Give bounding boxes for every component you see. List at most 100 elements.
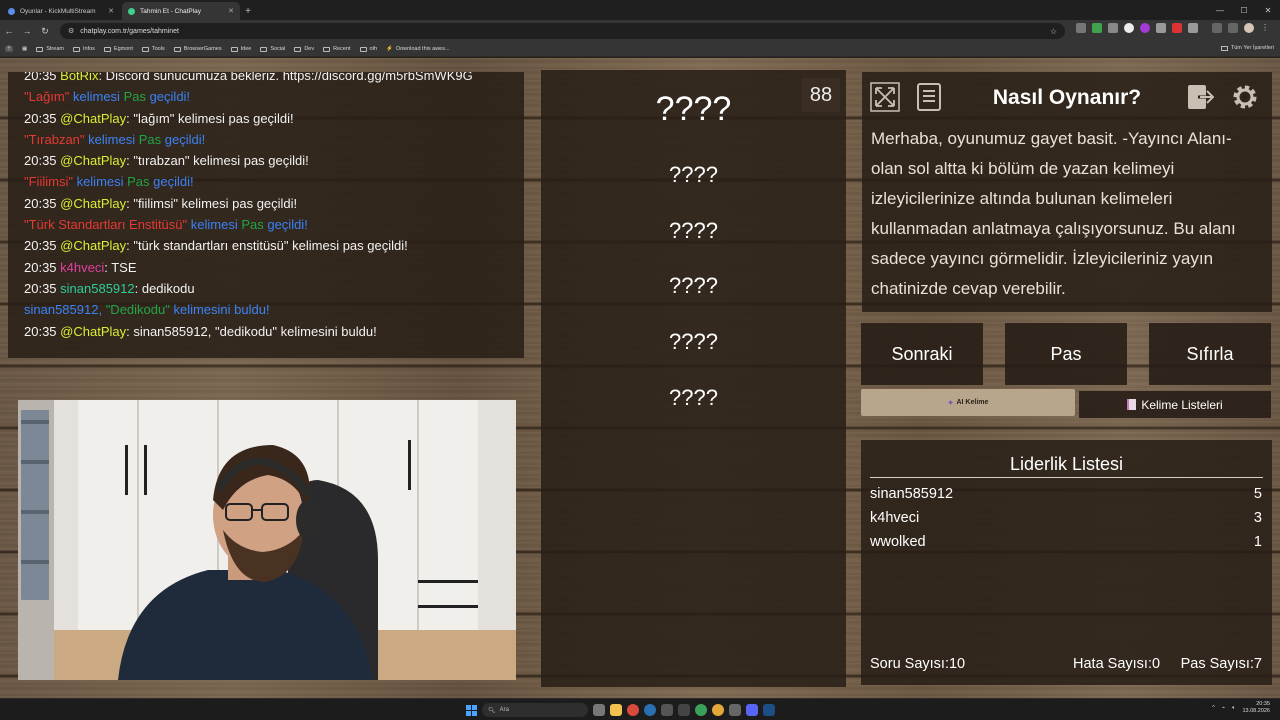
back-icon[interactable]: ←: [0, 22, 18, 40]
steam-icon[interactable]: [763, 704, 775, 716]
chat-message-segment: BotRix: [60, 72, 99, 83]
bookmark-label: Social: [270, 46, 286, 52]
chat-message-segment: @ChatPlay: [60, 153, 127, 169]
bookmark-folder-dev[interactable]: Dev: [294, 46, 314, 52]
extension-icon[interactable]: [1156, 23, 1166, 33]
browser-tab-kickmultistream[interactable]: Oyunlar - KickMultiStream ✕: [2, 2, 120, 20]
steam-icon[interactable]: [644, 704, 656, 716]
network-icon[interactable]: ⌁: [1222, 705, 1225, 711]
discord-icon[interactable]: [746, 704, 758, 716]
new-tab-button[interactable]: +: [240, 2, 256, 20]
reset-button[interactable]: Sıfırla: [1149, 323, 1271, 385]
chat-message-segment: : Discord sunucumuza bekleriz. https://d…: [98, 72, 473, 83]
chat-message-segment: Pas: [241, 217, 268, 233]
pass-button[interactable]: Pas: [1005, 323, 1127, 385]
bookmark-folder-browsergames[interactable]: BrowserGames: [173, 46, 222, 52]
forbidden-word: ????: [669, 162, 718, 187]
extensions-puzzle-icon[interactable]: [1188, 23, 1198, 33]
bookmark-star-icon[interactable]: ☆: [1050, 27, 1057, 36]
all-bookmarks[interactable]: Tüm Yer İşaretleri: [1220, 45, 1274, 51]
clock-date: 13.08.2026: [1242, 708, 1270, 714]
site-info-icon[interactable]: ⚙: [68, 27, 74, 35]
bookmark-folder-recent[interactable]: Recent: [323, 46, 351, 52]
bookmark-folder-tools[interactable]: Tools: [141, 46, 165, 52]
browser-toolbar: ← → ↻ ⚙ chatplay.com.tr/games/tahminet ☆…: [0, 20, 1280, 42]
tab-search-icon[interactable]: [1212, 23, 1222, 33]
player-name: sinan585912: [870, 486, 954, 502]
reload-icon[interactable]: ↻: [36, 22, 54, 40]
address-bar[interactable]: ⚙ chatplay.com.tr/games/tahminet ☆: [60, 23, 1065, 39]
extension-icon[interactable]: [1076, 23, 1086, 33]
windows-taskbar: 🔍︎ Ara ^ ⌁ 🔈︎ 20:35 13.08.2026: [0, 698, 1280, 720]
maximize-icon[interactable]: ☐: [1232, 0, 1256, 20]
bookmark-label: BrowserGames: [183, 46, 222, 52]
chat-message: "Fiilimsi" kelimesi Pas geçildi!: [24, 171, 524, 192]
tab-close-icon[interactable]: ✕: [228, 7, 234, 15]
extension-icon[interactable]: [1108, 23, 1118, 33]
bookmark-apps[interactable]: ⠿: [5, 46, 14, 52]
player-score: 1: [1253, 534, 1262, 550]
folder-icon: [230, 46, 238, 52]
chat-message-segment: : "tırabzan" kelimesi pas geçildi!: [126, 153, 309, 169]
app-icon[interactable]: [661, 704, 673, 716]
extension-icon[interactable]: [1092, 23, 1102, 33]
chat-message-segment: geçildi!: [164, 131, 206, 147]
bookmark-folder-infos[interactable]: Infos: [72, 46, 95, 52]
bookmark-label: Recent: [333, 46, 351, 52]
folder-icon: [359, 46, 367, 52]
taskbar-search[interactable]: 🔍︎ Ara: [482, 703, 588, 717]
forward-icon[interactable]: →: [18, 22, 36, 40]
ai-word-button[interactable]: ✦ AI Kelime: [861, 389, 1075, 416]
search-icon: 🔍︎: [488, 707, 496, 714]
chat-message-segment: : "türk standartları enstitüsü" kelimesi…: [126, 238, 408, 254]
webcam-video: [18, 400, 516, 680]
extension-icon[interactable]: [1140, 23, 1150, 33]
bookmark-folder-egmont[interactable]: Egmont: [103, 46, 133, 52]
streamer-webcam-image: [18, 400, 516, 680]
downloads-icon[interactable]: [1228, 23, 1238, 33]
tray-overflow-icon[interactable]: ^: [1212, 705, 1215, 711]
chat-message: 20:35 @ChatPlay: "tırabzan" kelimesi pas…: [24, 150, 524, 171]
chat-message-segment: 20:35: [24, 238, 61, 254]
taskbar-clock[interactable]: 20:35 13.08.2026: [1242, 701, 1270, 715]
chat-message-segment: : sinan585912, "dedikodu" kelimesini bul…: [126, 323, 377, 339]
word-lists-label: Kelime Listeleri: [1141, 397, 1223, 412]
notebook-icon: [1127, 399, 1137, 410]
chat-message-segment: sinan585912: [60, 280, 135, 296]
bookmark-folder-oth[interactable]: oth: [359, 46, 377, 52]
app-icon[interactable]: [695, 704, 707, 716]
app-icon[interactable]: [678, 704, 690, 716]
window-controls: — ☐ ✕: [1208, 0, 1280, 20]
minimize-icon[interactable]: —: [1208, 0, 1232, 20]
error-count-stat: Hata Sayısı:0: [1073, 656, 1160, 672]
settings-gear-icon[interactable]: [1230, 82, 1260, 112]
logout-icon[interactable]: [1186, 82, 1216, 112]
extension-icon[interactable]: [1124, 23, 1134, 33]
bookmark-download[interactable]: ⚡ Download this awes...: [386, 46, 449, 52]
volume-icon[interactable]: 🔈︎: [1232, 705, 1235, 712]
question-count-stat: Soru Sayısı:10: [870, 656, 965, 672]
words-panel: 88 ???? ???? ???? ???? ???? ????: [541, 70, 846, 687]
close-window-icon[interactable]: ✕: [1256, 0, 1280, 20]
bookmark-folder-social[interactable]: Social: [260, 46, 285, 52]
next-button[interactable]: Sonraki: [861, 323, 983, 385]
error-count-value: 0: [1151, 656, 1161, 672]
bookmark-grid-icon[interactable]: ▦: [22, 46, 27, 52]
chrome-icon[interactable]: [712, 704, 724, 716]
chrome-icon[interactable]: [627, 704, 639, 716]
leaderboard-panel: Liderlik Listesi sinan585912 5 k4hveci 3…: [861, 440, 1272, 685]
menu-kebab-icon[interactable]: ⋮: [1260, 23, 1270, 33]
bookmark-folder-stream[interactable]: Stream: [36, 46, 64, 52]
file-explorer-icon[interactable]: [610, 704, 622, 716]
windows-start-icon[interactable]: [466, 704, 477, 716]
word-lists-button[interactable]: Kelime Listeleri: [1079, 391, 1271, 418]
profile-avatar-icon[interactable]: [1244, 23, 1254, 33]
app-icon[interactable]: [729, 704, 741, 716]
question-count-label: Soru Sayısı:: [870, 656, 949, 672]
extension-icon[interactable]: [1172, 23, 1182, 33]
tab-close-icon[interactable]: ✕: [108, 7, 114, 15]
bookmark-folder-idee[interactable]: Idee: [230, 46, 251, 52]
browser-tab-tahmin-et[interactable]: Tahmin Et - ChatPlay ✕: [122, 2, 240, 20]
task-view-icon[interactable]: [593, 704, 605, 716]
pass-count-label: Pas Sayısı:: [1180, 656, 1254, 672]
